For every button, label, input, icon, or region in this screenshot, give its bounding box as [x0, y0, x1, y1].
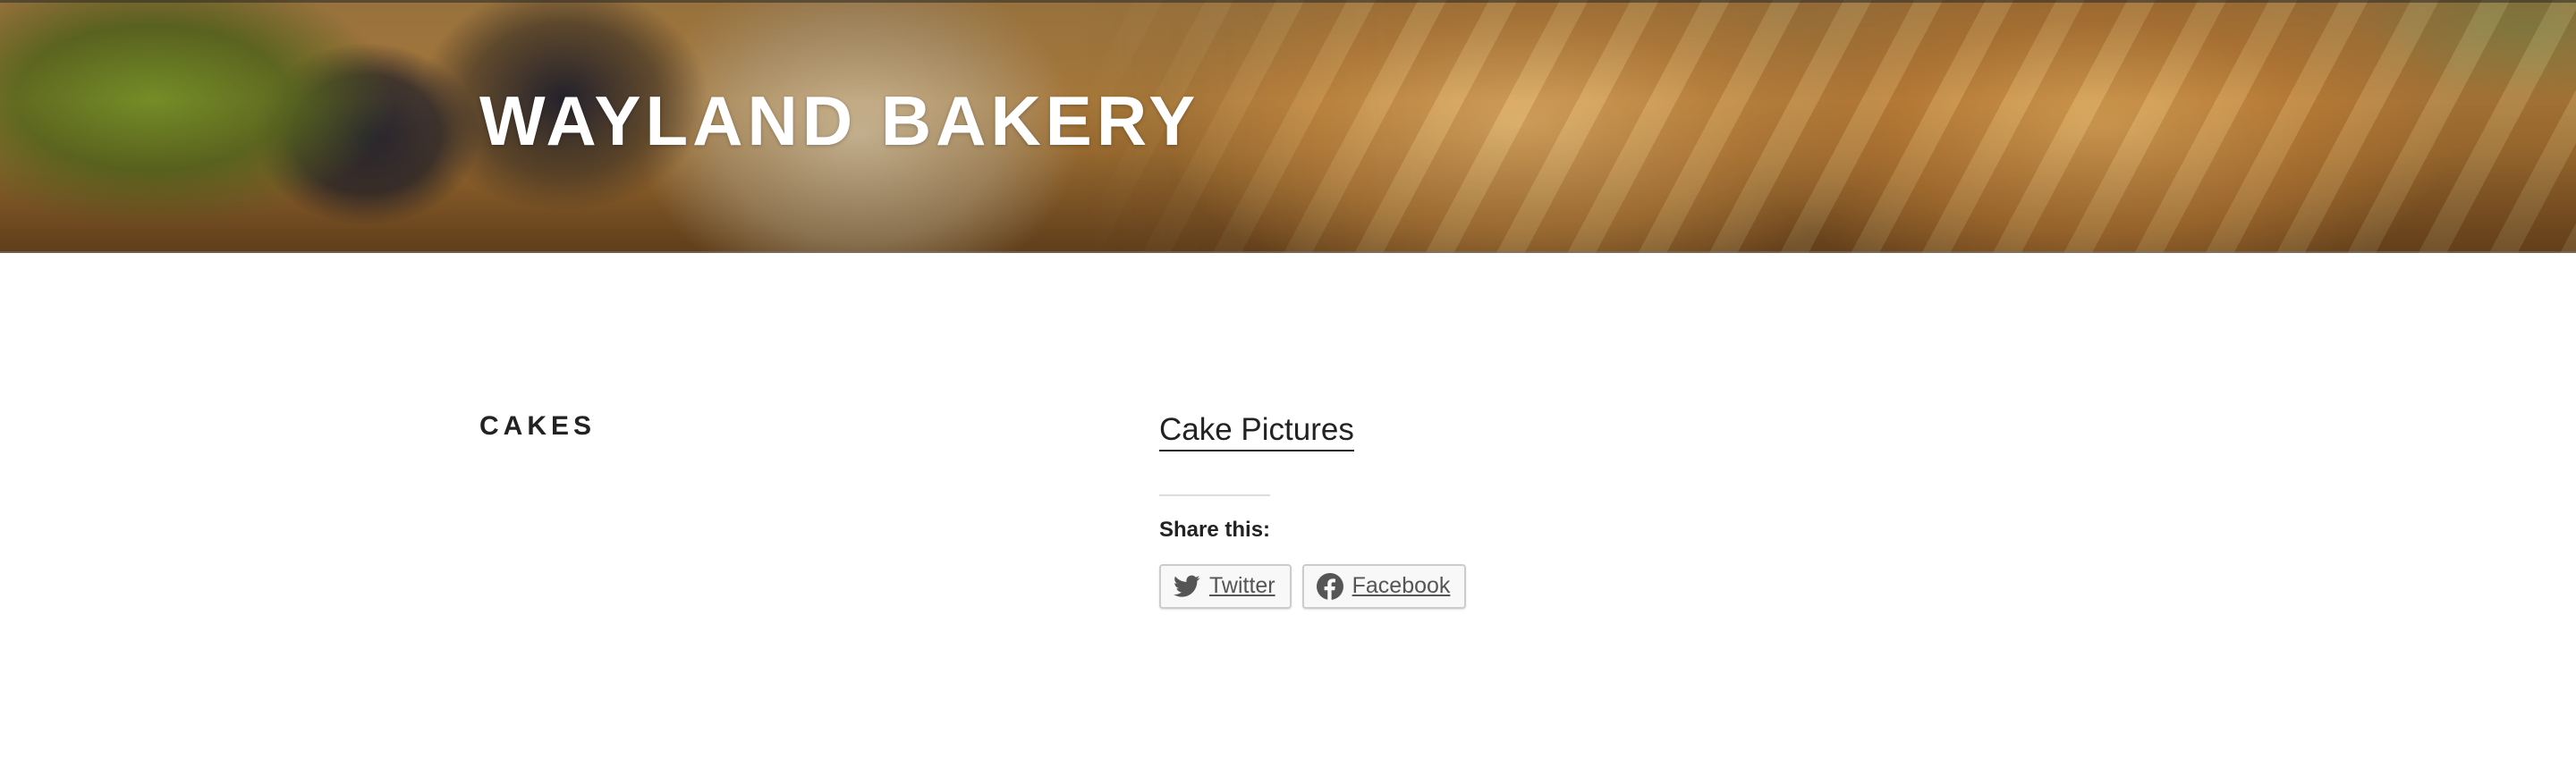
facebook-share-button[interactable]: Facebook	[1301, 563, 1467, 609]
header-bottom-border	[0, 251, 2576, 253]
share-heading: Share this:	[1159, 517, 1271, 542]
cake-pictures-link[interactable]: Cake Pictures	[1159, 412, 1354, 451]
facebook-icon	[1316, 572, 1343, 600]
twitter-share-label: Twitter	[1209, 573, 1275, 598]
page-title: CAKES	[479, 411, 597, 441]
share-divider	[1159, 493, 1270, 496]
facebook-share-label: Facebook	[1352, 573, 1451, 598]
entry-content: Cake Pictures Share this: Twitter Facebo…	[1159, 412, 1964, 609]
share-buttons: Twitter Facebook	[1159, 563, 1964, 609]
twitter-share-button[interactable]: Twitter	[1159, 563, 1292, 609]
site-header: WAYLAND BAKERY	[0, 0, 2576, 253]
twitter-icon	[1174, 575, 1200, 598]
site-title-link[interactable]: WAYLAND BAKERY	[479, 86, 1199, 156]
header-top-border	[0, 0, 2576, 3]
